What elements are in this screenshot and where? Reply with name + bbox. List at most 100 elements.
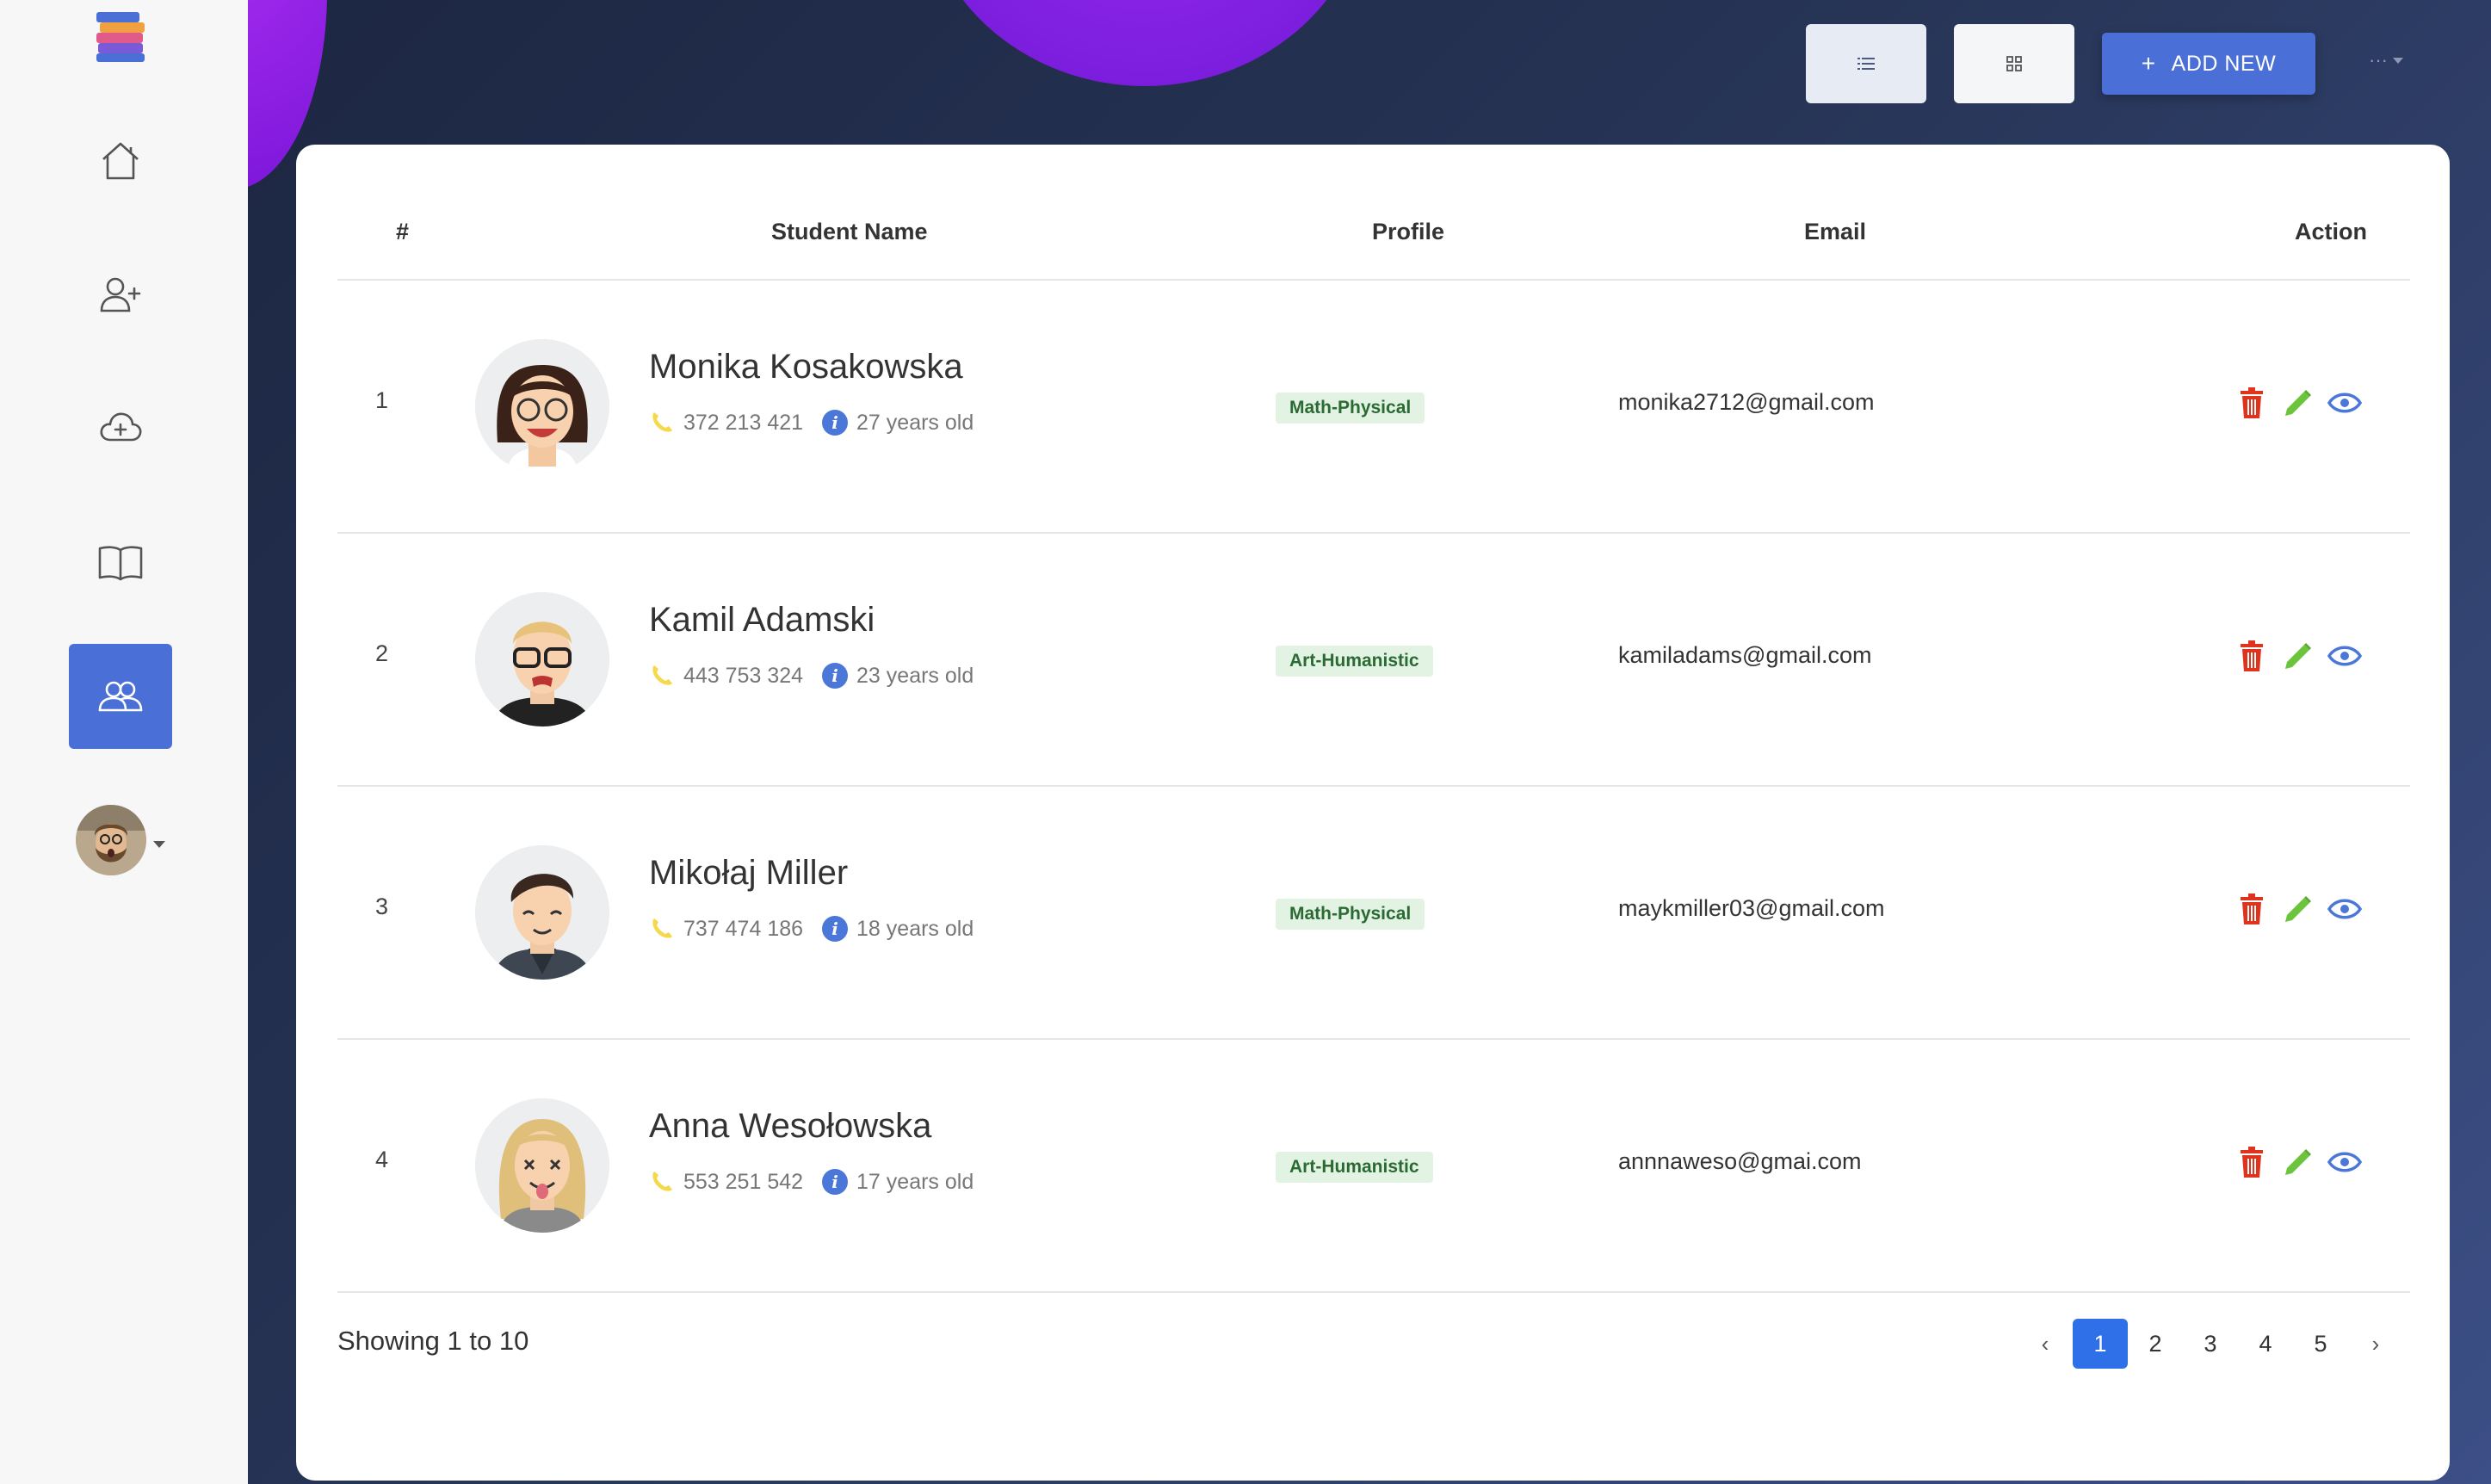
- row-actions: [2234, 639, 2374, 673]
- student-name[interactable]: Mikołaj Miller: [649, 854, 848, 893]
- row-actions: [2234, 386, 2374, 420]
- trash-icon: [2241, 893, 2263, 924]
- student-phone: 553 251 542: [683, 1169, 804, 1194]
- profile-badge: Art-Humanistic: [1276, 1152, 1433, 1183]
- edit-button[interactable]: [2281, 892, 2315, 926]
- sidebar: [0, 0, 248, 1484]
- delete-button[interactable]: [2234, 1145, 2269, 1179]
- phone-icon: [652, 665, 672, 685]
- row-index: 1: [375, 387, 389, 413]
- student-name[interactable]: Anna Wesołowska: [649, 1107, 931, 1146]
- page-button-4[interactable]: 4: [2238, 1319, 2293, 1369]
- pencil-icon: [2285, 390, 2311, 416]
- table-row[interactable]: 3 Mikołaj Miller 737 474 186 i 18 years …: [296, 787, 2450, 1040]
- trash-icon: [2241, 1147, 2263, 1178]
- add-user-icon: [100, 277, 141, 312]
- prev-page-button[interactable]: ‹: [2018, 1319, 2073, 1369]
- student-meta: 737 474 186 i 18 years old: [649, 916, 974, 942]
- profile-badge: Math-Physical: [1276, 899, 1425, 930]
- info-icon: i: [822, 1169, 849, 1195]
- student-name[interactable]: Kamil Adamski: [649, 601, 875, 640]
- row-actions: [2234, 1145, 2374, 1179]
- sidebar-item-courses[interactable]: [69, 510, 172, 615]
- student-meta: 443 753 324 i 23 years old: [649, 663, 974, 689]
- student-phone: 443 753 324: [683, 663, 804, 688]
- header-profile[interactable]: Profile: [1372, 219, 1444, 245]
- view-button[interactable]: [2327, 639, 2362, 673]
- sidebar-item-upload[interactable]: [69, 375, 172, 480]
- phone-icon: [652, 412, 672, 432]
- phone-icon: [652, 1172, 672, 1191]
- eye-icon: [2327, 393, 2362, 413]
- plus-icon: +: [2141, 50, 2156, 77]
- delete-button[interactable]: [2234, 386, 2269, 420]
- view-button[interactable]: [2327, 892, 2362, 926]
- pencil-icon: [2285, 1149, 2311, 1175]
- user-menu[interactable]: [76, 804, 170, 876]
- table-row[interactable]: 2 Kamil Adamski 443 753 324 i 23 years o…: [296, 534, 2450, 787]
- student-meta: 553 251 542 i 17 years old: [649, 1169, 974, 1195]
- home-icon: [102, 142, 139, 180]
- chevron-down-icon: [2392, 57, 2403, 64]
- eye-icon: [2327, 646, 2362, 666]
- student-avatar: [475, 592, 609, 727]
- student-phone: 372 213 421: [683, 410, 804, 435]
- delete-button[interactable]: [2234, 892, 2269, 926]
- info-icon: i: [822, 916, 849, 942]
- next-page-button[interactable]: ›: [2348, 1319, 2403, 1369]
- student-age: 18 years old: [856, 916, 974, 941]
- header-index: #: [396, 219, 410, 244]
- grid-view-button[interactable]: [1954, 24, 2074, 103]
- view-button[interactable]: [2327, 386, 2362, 420]
- more-options-button[interactable]: ···: [2369, 48, 2412, 72]
- books-logo-icon[interactable]: [93, 9, 148, 64]
- cloud-upload-icon: [100, 412, 142, 442]
- table-row[interactable]: 4 Anna Wesołowska 553 251 542 i 17 years…: [296, 1040, 2450, 1293]
- grid-icon: [2006, 56, 2022, 71]
- sidebar-item-home[interactable]: [69, 108, 172, 213]
- students-table-card: # Student Name Profile Email Action 1 Mo…: [296, 145, 2450, 1481]
- table-row[interactable]: 1 Monika Kosakowska 372 213 421 i 27 yea…: [296, 281, 2450, 534]
- add-new-button[interactable]: + ADD NEW: [2102, 33, 2315, 95]
- edit-button[interactable]: [2281, 1145, 2315, 1179]
- view-button[interactable]: [2327, 1145, 2362, 1179]
- header-email[interactable]: Email: [1804, 219, 1866, 245]
- user-avatar[interactable]: [76, 805, 146, 875]
- student-phone: 737 474 186: [683, 916, 804, 941]
- trash-icon: [2241, 640, 2263, 671]
- chevron-down-icon: [153, 841, 165, 848]
- student-email[interactable]: kamiladams@gmail.com: [1618, 642, 1871, 669]
- row-index: 4: [375, 1147, 389, 1172]
- trash-icon: [2241, 387, 2263, 418]
- eye-icon: [2327, 899, 2362, 919]
- delete-button[interactable]: [2234, 639, 2269, 673]
- student-email[interactable]: annnaweso@gmai.com: [1618, 1148, 1862, 1175]
- more-icon: ···: [2369, 49, 2388, 71]
- edit-button[interactable]: [2281, 639, 2315, 673]
- eye-icon: [2327, 1152, 2362, 1172]
- student-age: 23 years old: [856, 663, 974, 688]
- sidebar-item-students[interactable]: [69, 644, 172, 749]
- list-view-button[interactable]: [1806, 24, 1926, 103]
- row-actions: [2234, 892, 2374, 926]
- edit-button[interactable]: [2281, 386, 2315, 420]
- page-button-2[interactable]: 2: [2128, 1319, 2183, 1369]
- pencil-icon: [2285, 643, 2311, 669]
- page-button-5[interactable]: 5: [2293, 1319, 2348, 1369]
- student-name[interactable]: Monika Kosakowska: [649, 348, 963, 386]
- student-avatar: [475, 339, 609, 473]
- page-button-3[interactable]: 3: [2183, 1319, 2238, 1369]
- student-email[interactable]: monika2712@gmail.com: [1618, 389, 1875, 416]
- book-icon: [98, 546, 143, 581]
- student-email[interactable]: maykmiller03@gmail.com: [1618, 895, 1884, 922]
- list-icon: [1857, 58, 1875, 70]
- page-button-1[interactable]: 1: [2073, 1319, 2128, 1369]
- profile-badge: Math-Physical: [1276, 393, 1425, 424]
- header-student-name[interactable]: Student Name: [771, 219, 928, 245]
- phone-icon: [652, 918, 672, 938]
- student-age: 17 years old: [856, 1169, 974, 1194]
- sidebar-item-add-student[interactable]: [69, 243, 172, 348]
- row-index: 3: [375, 893, 389, 919]
- divider: [337, 1291, 2410, 1293]
- pencil-icon: [2285, 896, 2311, 922]
